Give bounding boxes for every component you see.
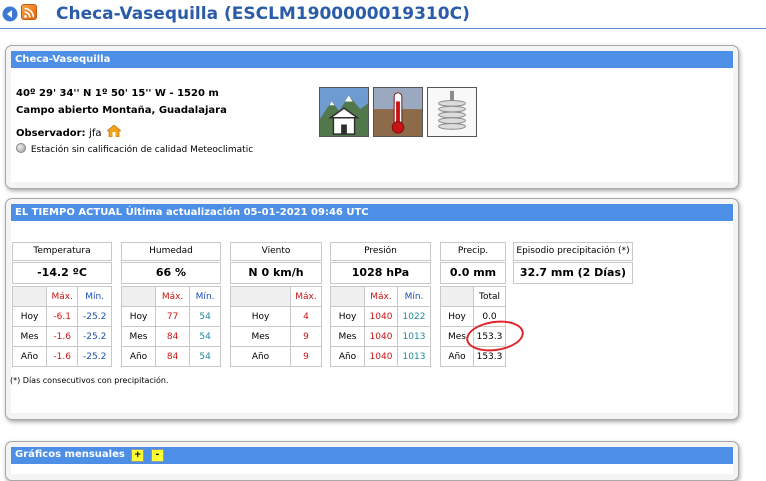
temperature-current: -14.2 ºC	[12, 262, 112, 284]
max-header: Máx.	[364, 286, 398, 307]
row-label-ano: Año	[330, 346, 365, 367]
hum-max-hoy: 77	[154, 306, 191, 327]
total-header: Total	[473, 286, 506, 307]
row-label-ano: Año	[440, 346, 474, 367]
precip-current: 0.0 mm	[440, 262, 506, 284]
mountain-house-icon[interactable]	[319, 87, 369, 137]
hum-min-hoy: 54	[189, 306, 221, 327]
pressure-stats-table: Máx. Mín. Hoy 1040 1022 Mes 1040 1013 Añ…	[330, 286, 431, 367]
wind-max-ano: 9	[290, 346, 322, 367]
collapse-button[interactable]: -	[150, 449, 164, 462]
press-min-mes: 1013	[397, 326, 431, 347]
max-header: Máx.	[154, 286, 191, 307]
table-blank-cell	[121, 286, 156, 307]
station-panel: Checa-Vasequilla 40º 29' 34'' N 1º 50' 1…	[5, 45, 739, 189]
temperature-stats-table: Máx. Mín. Hoy -6.1 -25.2 Mes -1.6 -25.2 …	[12, 286, 112, 367]
charts-panel-title: Gráficos mensuales	[15, 449, 125, 460]
wind-max-hoy: 4	[290, 306, 322, 327]
row-label-mes: Mes	[12, 326, 47, 347]
charts-panel: Gráficos mensuales + -	[5, 441, 739, 481]
press-max-mes: 1040	[364, 326, 398, 347]
page-title: Checa-Vasequilla (ESCLM1900000019310C)	[56, 4, 470, 24]
wind-max-mes: 9	[290, 326, 322, 347]
row-label-hoy: Hoy	[440, 306, 474, 327]
temp-min-mes: -25.2	[77, 326, 112, 347]
table-blank-cell	[230, 286, 291, 307]
expand-button[interactable]: +	[131, 449, 145, 462]
wind-stats-table: Máx. Hoy 4 Mes 9 Año 9	[230, 286, 322, 367]
rss-icon[interactable]	[21, 4, 37, 20]
station-coords: 40º 29' 34'' N 1º 50' 15'' W - 1520 m	[16, 88, 219, 99]
precip-header: Precip.	[440, 242, 506, 261]
top-bar: Checa-Vasequilla (ESCLM1900000019310C)	[0, 0, 766, 30]
row-label-mes: Mes	[330, 326, 365, 347]
table-blank-cell	[12, 286, 47, 307]
max-header: Máx.	[290, 286, 322, 307]
row-label-mes: Mes	[230, 326, 291, 347]
charts-panel-header: Gráficos mensuales + -	[11, 447, 733, 464]
hum-max-ano: 84	[154, 346, 191, 367]
press-max-ano: 1040	[364, 346, 398, 367]
press-max-hoy: 1040	[364, 306, 398, 327]
thermometer-icon[interactable]	[373, 87, 423, 137]
quality-row: Estación sin calificación de calidad Met…	[16, 143, 253, 155]
row-label-hoy: Hoy	[230, 306, 291, 327]
row-label-hoy: Hoy	[12, 306, 47, 327]
temp-max-hoy: -6.1	[45, 306, 79, 327]
quality-indicator-icon	[16, 143, 26, 153]
hum-min-mes: 54	[189, 326, 221, 347]
row-label-mes: Mes	[121, 326, 156, 347]
hum-min-ano: 54	[189, 346, 221, 367]
humidity-header: Humedad	[121, 242, 221, 261]
table-blank-cell	[330, 286, 365, 307]
humidity-current: 66 %	[121, 262, 221, 284]
observer-name[interactable]: jfa	[89, 128, 101, 139]
row-label-hoy: Hoy	[121, 306, 156, 327]
back-arrow-icon[interactable]	[2, 6, 18, 22]
press-min-ano: 1013	[397, 346, 431, 367]
pressure-header: Presión	[330, 242, 431, 261]
temperature-header: Temperatura	[12, 242, 112, 261]
temp-min-hoy: -25.2	[77, 306, 112, 327]
title-divider	[0, 28, 766, 29]
temp-max-mes: -1.6	[45, 326, 79, 347]
row-label-ano: Año	[230, 346, 291, 367]
temp-min-ano: -25.2	[77, 346, 112, 367]
home-icon[interactable]	[106, 125, 121, 137]
min-header: Mín.	[397, 286, 431, 307]
pressure-current: 1028 hPa	[330, 262, 431, 284]
precip-note: (*) Días consecutivos con precipitación.	[10, 376, 169, 385]
table-blank-cell	[440, 286, 474, 307]
radiation-shield-icon[interactable]	[427, 87, 477, 137]
episode-current: 32.7 mm (2 Días)	[513, 262, 633, 284]
min-header: Mín.	[77, 286, 112, 307]
episode-header: Episodio precipitación (*)	[513, 242, 633, 261]
quality-text: Estación sin calificación de calidad Met…	[30, 145, 254, 155]
station-place: Campo abierto Montaña, Guadalajara	[16, 105, 227, 116]
observer-row: Observador: jfa	[16, 125, 121, 139]
max-header: Máx.	[45, 286, 79, 307]
humidity-stats-table: Máx. Mín. Hoy 77 54 Mes 84 54 Año 84 54	[121, 286, 221, 367]
row-label-ano: Año	[121, 346, 156, 367]
press-min-hoy: 1022	[397, 306, 431, 327]
observer-label: Observador:	[16, 128, 86, 139]
row-label-ano: Año	[12, 346, 47, 367]
station-panel-title: Checa-Vasequilla	[11, 51, 733, 68]
wind-current: N 0 km/h	[230, 262, 322, 284]
min-header: Mín.	[189, 286, 221, 307]
weather-panel-title: EL TIEMPO ACTUAL Última actualización 05…	[11, 204, 733, 221]
wind-header: Viento	[230, 242, 322, 261]
hum-max-mes: 84	[154, 326, 191, 347]
row-label-hoy: Hoy	[330, 306, 365, 327]
temp-max-ano: -1.6	[45, 346, 79, 367]
